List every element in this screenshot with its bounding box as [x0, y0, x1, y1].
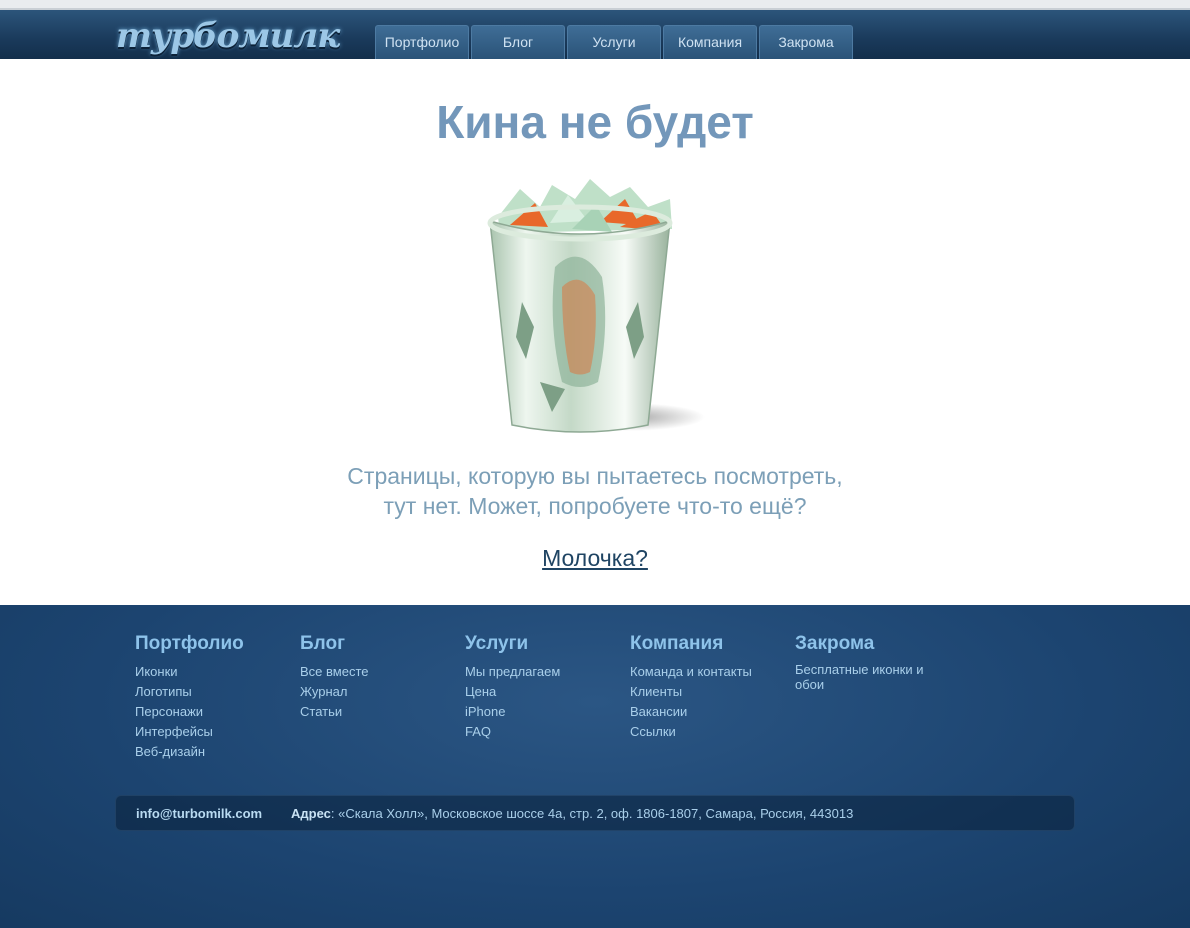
- footer-link-journal[interactable]: Журнал: [300, 682, 460, 702]
- footer-link-webdesign[interactable]: Веб-дизайн: [135, 742, 295, 762]
- address-label: Адрес: [291, 806, 331, 821]
- nav-company[interactable]: Компания: [663, 25, 757, 59]
- browser-top-border: [0, 0, 1190, 10]
- footer-col-blog: Блог Все вместе Журнал Статьи: [300, 633, 460, 722]
- footer-heading-stash[interactable]: Закрома: [795, 633, 955, 655]
- trash-bin-icon: [487, 179, 705, 433]
- nav-services[interactable]: Услуги: [567, 25, 661, 59]
- footer-col-services: Услуги Мы предлагаем Цена iPhone FAQ: [465, 633, 625, 742]
- error-message: Страницы, которую вы пытаетесь посмотрет…: [0, 461, 1190, 521]
- footer-link-offer[interactable]: Мы предлагаем: [465, 662, 625, 682]
- milk-link-wrap: Молочка?: [0, 545, 1190, 572]
- footer-link-clients[interactable]: Клиенты: [630, 682, 790, 702]
- contact-bar: info@turbomilk.com Адрес: «Скала Холл», …: [115, 795, 1075, 831]
- address-text: : «Скала Холл», Московское шоссе 4а, стр…: [330, 806, 854, 821]
- footer-link-team[interactable]: Команда и контакты: [630, 662, 790, 682]
- footer-link-free-icons[interactable]: Бесплатные иконки и обои: [795, 662, 925, 692]
- page-title: Кина не будет: [436, 96, 754, 148]
- footer-link-logos[interactable]: Логотипы: [135, 682, 295, 702]
- site-logo[interactable]: турбомилк: [116, 16, 340, 56]
- nav-portfolio[interactable]: Портфолио: [375, 25, 469, 59]
- site-footer: Портфолио Иконки Логотипы Персонажи Инте…: [0, 605, 1190, 928]
- main-nav: Портфолио Блог Услуги Компания Закрома: [375, 25, 853, 59]
- footer-link-faq[interactable]: FAQ: [465, 722, 625, 742]
- contact-email[interactable]: info@turbomilk.com: [136, 806, 262, 821]
- footer-link-icons[interactable]: Иконки: [135, 662, 295, 682]
- footer-heading-company[interactable]: Компания: [630, 633, 790, 655]
- footer-col-portfolio: Портфолио Иконки Логотипы Персонажи Инте…: [135, 633, 295, 762]
- footer-link-interfaces[interactable]: Интерфейсы: [135, 722, 295, 742]
- nav-stash[interactable]: Закрома: [759, 25, 853, 59]
- milk-link[interactable]: Молочка?: [542, 545, 648, 571]
- footer-link-jobs[interactable]: Вакансии: [630, 702, 790, 722]
- site-header: турбомилк Портфолио Блог Услуги Компания…: [0, 10, 1190, 59]
- error-message-line2: тут нет. Может, попробуете что-то ещё?: [383, 493, 807, 519]
- footer-col-company: Компания Команда и контакты Клиенты Вака…: [630, 633, 790, 742]
- nav-blog[interactable]: Блог: [471, 25, 565, 59]
- footer-link-iphone[interactable]: iPhone: [465, 702, 625, 722]
- footer-heading-portfolio[interactable]: Портфолио: [135, 633, 295, 655]
- footer-heading-services[interactable]: Услуги: [465, 633, 625, 655]
- main-content: Кина не будет Страницы, которую вы пытае…: [0, 59, 1190, 605]
- footer-link-links[interactable]: Ссылки: [630, 722, 790, 742]
- footer-link-articles[interactable]: Статьи: [300, 702, 460, 722]
- footer-col-stash: Закрома Бесплатные иконки и обои: [795, 633, 955, 692]
- footer-heading-blog[interactable]: Блог: [300, 633, 460, 655]
- contact-address: Адрес: «Скала Холл», Московское шоссе 4а…: [291, 806, 853, 821]
- footer-link-all[interactable]: Все вместе: [300, 662, 460, 682]
- error-message-line1: Страницы, которую вы пытаетесь посмотрет…: [347, 463, 843, 489]
- footer-link-price[interactable]: Цена: [465, 682, 625, 702]
- footer-link-characters[interactable]: Персонажи: [135, 702, 295, 722]
